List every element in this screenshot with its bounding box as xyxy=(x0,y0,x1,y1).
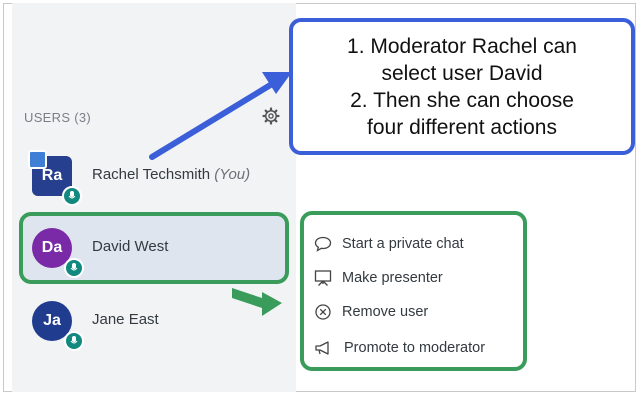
avatar-initials: Ja xyxy=(43,312,61,329)
callout-line: select user David xyxy=(381,61,543,85)
user-actions-menu: Start a private chat Make presenter Remo… xyxy=(300,211,527,371)
chat-bubble-icon xyxy=(314,236,332,252)
microphone-icon xyxy=(62,186,82,206)
menu-item-label: Promote to moderator xyxy=(344,340,486,356)
users-header: USERS (3) xyxy=(24,110,91,125)
user-row-rachel[interactable]: Ra Rachel Techsmith (You) xyxy=(24,148,290,206)
presentation-board-icon xyxy=(314,270,332,286)
you-label: (You) xyxy=(214,166,251,183)
menu-item-remove-user[interactable]: Remove user xyxy=(314,301,428,323)
megaphone-icon xyxy=(315,341,329,355)
instruction-callout: 1. Moderator Rachel can select user Davi… xyxy=(289,18,635,155)
menu-item-label: Make presenter xyxy=(342,270,443,286)
presenter-icon xyxy=(28,150,47,169)
microphone-icon xyxy=(64,258,84,278)
callout-line: 2. Then she can choose xyxy=(350,88,574,112)
menu-item-private-chat[interactable]: Start a private chat xyxy=(314,233,464,255)
microphone-icon xyxy=(64,331,84,351)
callout-line: 1. Moderator Rachel can xyxy=(347,34,577,58)
user-name: Rachel Techsmith (You) xyxy=(92,166,250,183)
avatar-initials: Ra xyxy=(41,167,63,184)
avatar-initials: Da xyxy=(41,239,63,256)
menu-item-label: Remove user xyxy=(342,304,429,320)
callout-line: four different actions xyxy=(367,115,557,139)
user-row-david[interactable]: Da David West xyxy=(24,220,290,278)
user-name: Jane East xyxy=(92,311,159,328)
close-circle-icon xyxy=(315,304,331,320)
menu-item-make-presenter[interactable]: Make presenter xyxy=(314,267,443,289)
user-row-jane[interactable]: Ja Jane East xyxy=(24,293,290,351)
user-name-text: Rachel Techsmith xyxy=(92,166,211,183)
menu-item-promote-moderator[interactable]: Promote to moderator xyxy=(314,337,485,359)
menu-item-label: Start a private chat xyxy=(342,236,464,252)
gear-icon[interactable] xyxy=(262,107,280,125)
user-name: David West xyxy=(92,238,169,255)
